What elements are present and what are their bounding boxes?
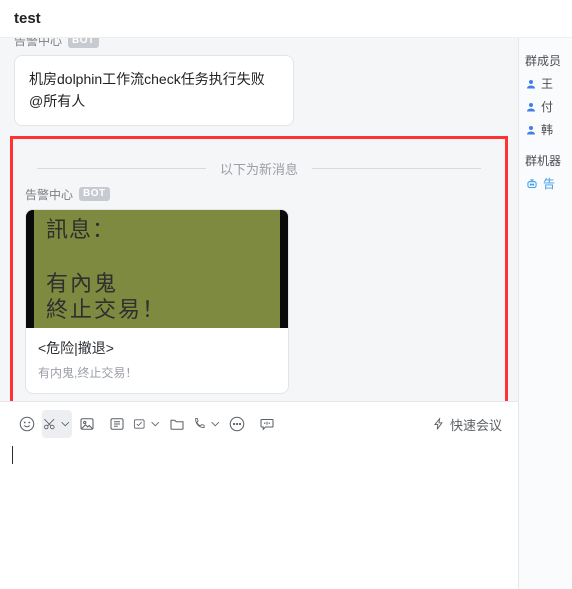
image-icon xyxy=(78,415,96,433)
image-button[interactable] xyxy=(72,410,102,438)
message-input[interactable] xyxy=(12,438,506,589)
member-item[interactable]: 韩 xyxy=(525,121,566,138)
divider-line xyxy=(37,168,206,169)
robot-icon xyxy=(525,177,539,191)
card-image: 訊息： 有內鬼 終止交易！ xyxy=(26,210,288,328)
file-button[interactable] xyxy=(162,410,192,438)
window-title: test xyxy=(0,0,572,38)
folder-icon xyxy=(168,415,186,433)
phone-icon xyxy=(192,415,207,433)
member-item[interactable]: 付 xyxy=(525,98,566,115)
bot-name: 告 xyxy=(543,175,555,192)
message-bubble[interactable]: 机房dolphin工作流check任务执行失败 @所有人 xyxy=(14,55,294,126)
chevron-down-icon xyxy=(208,415,223,433)
message-card[interactable]: 訊息： 有內鬼 終止交易！ <危险|撤退> 有内鬼,终止交易！ xyxy=(25,209,289,394)
sender-name: 告警中心 xyxy=(14,38,62,49)
card-title: <危险|撤退> xyxy=(38,338,276,358)
checkbox-icon xyxy=(132,415,147,433)
call-button[interactable] xyxy=(192,410,222,438)
todo-button[interactable] xyxy=(132,410,162,438)
member-name: 付 xyxy=(541,98,553,115)
person-icon xyxy=(525,101,537,113)
smile-icon xyxy=(18,415,36,433)
quick-meeting-label: 快速会议 xyxy=(450,415,502,434)
message-list: 告警中心 BOT 机房dolphin工作流check任务执行失败 @所有人 以下… xyxy=(0,38,518,401)
composer-toolbar: 快速会议 xyxy=(12,410,506,438)
highlight-annotation: 以下为新消息 告警中心 BOT 訊息： 有內鬼 終止交易！ xyxy=(10,136,508,401)
quick-meeting-button[interactable]: 快速会议 xyxy=(428,415,506,434)
more-button[interactable] xyxy=(222,410,252,438)
bot-item[interactable]: 告 xyxy=(525,175,566,192)
message-mention: @所有人 xyxy=(29,90,279,112)
emoji-button[interactable] xyxy=(12,410,42,438)
divider-label: 以下为新消息 xyxy=(220,159,298,178)
sender-name: 告警中心 xyxy=(25,186,73,203)
bot-badge: BOT xyxy=(79,187,110,201)
scissors-icon xyxy=(42,415,57,433)
new-messages-divider: 以下为新消息 xyxy=(37,159,481,178)
member-item[interactable]: 王 xyxy=(525,75,566,92)
ellipsis-icon xyxy=(228,415,246,433)
bots-heading: 群机器 xyxy=(525,152,566,169)
sidebar: 群成员 王 付 韩 群机器 告 xyxy=(518,38,572,589)
member-name: 王 xyxy=(541,75,553,92)
card-image-text: 訊息： xyxy=(46,212,272,244)
chevron-down-icon xyxy=(148,415,163,433)
bot-badge: BOT xyxy=(68,38,99,48)
card-image-text: 終止交易！ xyxy=(46,292,272,324)
person-icon xyxy=(525,124,537,136)
message-sender: 告警中心 BOT xyxy=(25,186,499,203)
member-name: 韩 xyxy=(541,121,553,138)
person-icon xyxy=(525,78,537,90)
message-composer: 快速会议 xyxy=(0,401,518,589)
lightning-icon xyxy=(432,417,446,431)
chevron-down-icon xyxy=(58,415,73,433)
members-heading: 群成员 xyxy=(525,52,566,69)
chat-bubble-icon xyxy=(258,415,276,433)
card-description: 有内鬼,终止交易！ xyxy=(38,364,276,381)
voice-input-button[interactable] xyxy=(252,410,282,438)
text-caret xyxy=(12,446,13,464)
message-text-line: 机房dolphin工作流check任务执行失败 xyxy=(29,68,279,90)
divider-line xyxy=(312,168,481,169)
list-icon xyxy=(108,415,126,433)
rich-text-button[interactable] xyxy=(102,410,132,438)
screenshot-button[interactable] xyxy=(42,410,72,438)
message-sender: 告警中心 BOT xyxy=(14,38,518,49)
